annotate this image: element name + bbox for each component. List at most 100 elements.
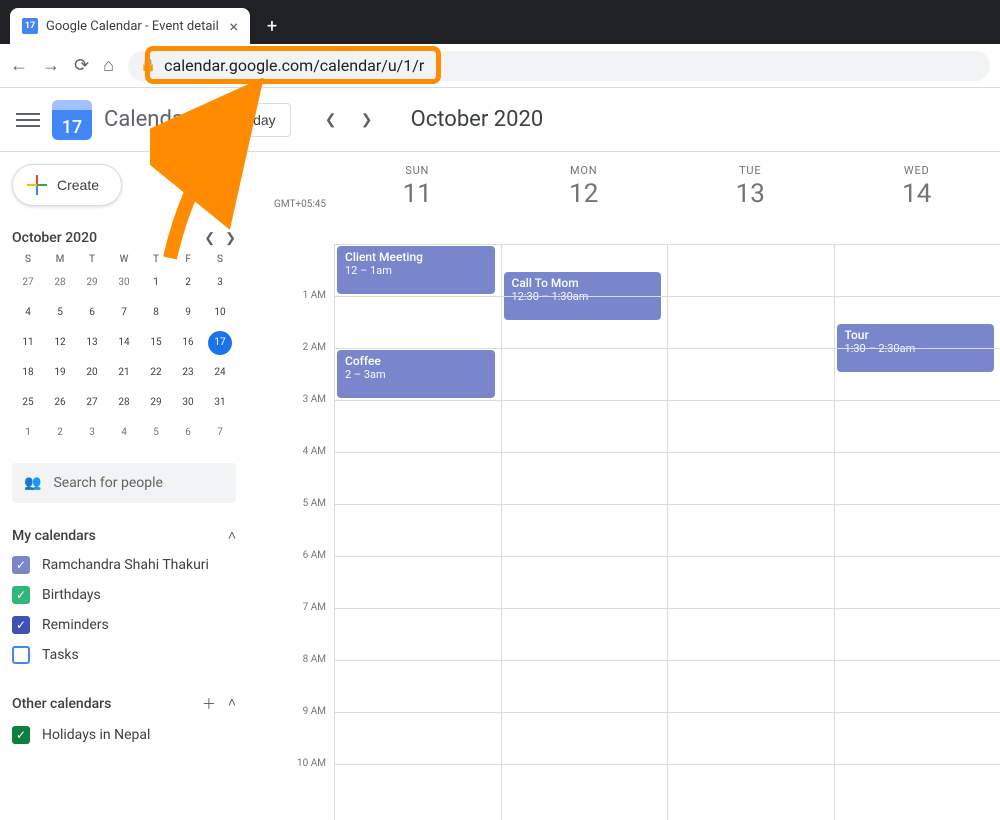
mini-day[interactable]: 24 xyxy=(208,361,232,385)
new-tab-button[interactable]: + xyxy=(258,12,286,40)
event-title: Tour xyxy=(845,328,987,342)
mini-day[interactable]: 7 xyxy=(112,301,136,325)
day-column[interactable] xyxy=(667,244,834,820)
calendar-list-item[interactable]: ✓Reminders xyxy=(12,610,236,640)
browser-toolbar: ← → ⟳ ⌂ 🔒 calendar.google.com/calendar/u… xyxy=(0,44,1000,88)
day-number: 11 xyxy=(334,179,501,209)
mini-day[interactable]: 1 xyxy=(144,271,168,295)
mini-day[interactable]: 28 xyxy=(112,391,136,415)
mini-day[interactable]: 5 xyxy=(48,301,72,325)
calendar-checkbox[interactable]: ✓ xyxy=(12,726,30,744)
day-header[interactable]: MON12 xyxy=(501,152,668,244)
dow-label: SUN xyxy=(334,164,501,177)
browser-tab[interactable]: 17 Google Calendar - Event detail × xyxy=(10,8,250,44)
mini-day[interactable]: 12 xyxy=(48,331,72,355)
prev-period-button[interactable]: ❮ xyxy=(315,104,347,136)
mini-day[interactable]: 3 xyxy=(208,271,232,295)
back-button[interactable]: ← xyxy=(10,55,28,76)
app-header: 17 Calendar Today ❮ ❯ October 2020 xyxy=(0,88,1000,152)
mini-day[interactable]: 7 xyxy=(208,421,232,445)
mini-day[interactable]: 21 xyxy=(112,361,136,385)
mini-dow: S xyxy=(12,254,44,265)
day-header[interactable]: TUE13 xyxy=(667,152,834,244)
my-calendars-header[interactable]: My calendars ˄ xyxy=(12,527,236,544)
day-column[interactable]: Tour1:30 – 2:30am xyxy=(834,244,1000,820)
collapse-icon[interactable]: ˄ xyxy=(228,694,236,714)
calendar-list-item[interactable]: Tasks xyxy=(12,640,236,670)
add-calendar-icon[interactable]: ＋ xyxy=(202,694,216,714)
mini-day[interactable]: 13 xyxy=(80,331,104,355)
calendar-checkbox[interactable]: ✓ xyxy=(12,556,30,574)
mini-day[interactable]: 6 xyxy=(80,301,104,325)
mini-calendar[interactable]: October 2020 ❮ ❯ SMTWTFS2728293012345678… xyxy=(12,230,236,445)
mini-day[interactable]: 4 xyxy=(112,421,136,445)
mini-day[interactable]: 15 xyxy=(144,331,168,355)
mini-day[interactable]: 25 xyxy=(16,391,40,415)
mini-day[interactable]: 14 xyxy=(112,331,136,355)
main-menu-icon[interactable] xyxy=(16,113,40,127)
mini-day[interactable]: 20 xyxy=(80,361,104,385)
mini-day[interactable]: 10 xyxy=(208,301,232,325)
mini-day[interactable]: 5 xyxy=(144,421,168,445)
day-header[interactable]: WED14 xyxy=(834,152,1000,244)
calendar-label: Ramchandra Shahi Thakuri xyxy=(42,557,209,573)
day-column[interactable]: Client Meeting12 – 1am Coffee2 – 3am xyxy=(334,244,501,820)
address-bar[interactable]: 🔒 calendar.google.com/calendar/u/1/r xyxy=(128,51,990,81)
calendar-checkbox[interactable]: ✓ xyxy=(12,616,30,634)
mini-day[interactable]: 3 xyxy=(80,421,104,445)
reload-button[interactable]: ⟳ xyxy=(74,55,89,76)
mini-prev-month[interactable]: ❮ xyxy=(204,231,215,246)
mini-day[interactable]: 27 xyxy=(16,271,40,295)
forward-button[interactable]: → xyxy=(42,55,60,76)
mini-day[interactable]: 11 xyxy=(16,331,40,355)
mini-day[interactable]: 22 xyxy=(144,361,168,385)
calendar-list-item[interactable]: ✓Holidays in Nepal xyxy=(12,720,236,750)
mini-day[interactable]: 18 xyxy=(16,361,40,385)
mini-day[interactable]: 26 xyxy=(48,391,72,415)
close-tab-icon[interactable]: × xyxy=(229,17,238,36)
mini-next-month[interactable]: ❯ xyxy=(225,231,236,246)
calendar-list-item[interactable]: ✓ Ramchandra Shahi Thakuri xyxy=(12,550,236,580)
mini-day[interactable]: 31 xyxy=(208,391,232,415)
calendar-checkbox[interactable]: ✓ xyxy=(12,586,30,604)
event-title: Call To Mom xyxy=(512,276,654,290)
dow-label: WED xyxy=(834,164,1000,177)
mini-day[interactable]: 8 xyxy=(144,301,168,325)
mini-day[interactable]: 6 xyxy=(176,421,200,445)
calendar-event[interactable]: Client Meeting12 – 1am xyxy=(337,246,495,294)
calendar-event[interactable]: Coffee2 – 3am xyxy=(337,350,495,398)
mini-day[interactable]: 30 xyxy=(176,391,200,415)
mini-day[interactable]: 4 xyxy=(16,301,40,325)
mini-dow: M xyxy=(44,254,76,265)
day-column[interactable]: Call To Mom12:30 – 1:30am xyxy=(501,244,668,820)
hour-label: 8 AM xyxy=(256,654,334,706)
calendar-label: Birthdays xyxy=(42,587,101,603)
mini-day[interactable]: 17 xyxy=(208,331,232,355)
next-period-button[interactable]: ❯ xyxy=(351,104,383,136)
calendar-list-item[interactable]: ✓ Birthdays xyxy=(12,580,236,610)
create-button[interactable]: Create xyxy=(12,164,122,206)
mini-day[interactable]: 19 xyxy=(48,361,72,385)
mini-day[interactable]: 23 xyxy=(176,361,200,385)
lock-icon: 🔒 xyxy=(140,58,156,73)
mini-day[interactable]: 2 xyxy=(176,271,200,295)
mini-day[interactable]: 29 xyxy=(80,271,104,295)
collapse-icon[interactable]: ˄ xyxy=(228,527,236,544)
event-title: Client Meeting xyxy=(345,250,487,264)
day-header[interactable]: SUN 11 xyxy=(334,152,501,244)
mini-day[interactable]: 30 xyxy=(112,271,136,295)
mini-day[interactable]: 27 xyxy=(80,391,104,415)
mini-day[interactable]: 9 xyxy=(176,301,200,325)
calendar-checkbox[interactable] xyxy=(12,646,30,664)
home-button[interactable]: ⌂ xyxy=(103,55,114,76)
mini-day[interactable]: 29 xyxy=(144,391,168,415)
mini-day[interactable]: 16 xyxy=(176,331,200,355)
mini-day[interactable]: 1 xyxy=(16,421,40,445)
today-button[interactable]: Today xyxy=(223,103,290,137)
other-calendars-header[interactable]: Other calendars ＋ ˄ xyxy=(12,694,236,714)
mini-day[interactable]: 2 xyxy=(48,421,72,445)
dow-label: MON xyxy=(501,164,668,177)
mini-day[interactable]: 28 xyxy=(48,271,72,295)
search-people-input[interactable]: 👥 Search for people xyxy=(12,463,236,503)
calendar-logo: 17 xyxy=(52,100,92,140)
